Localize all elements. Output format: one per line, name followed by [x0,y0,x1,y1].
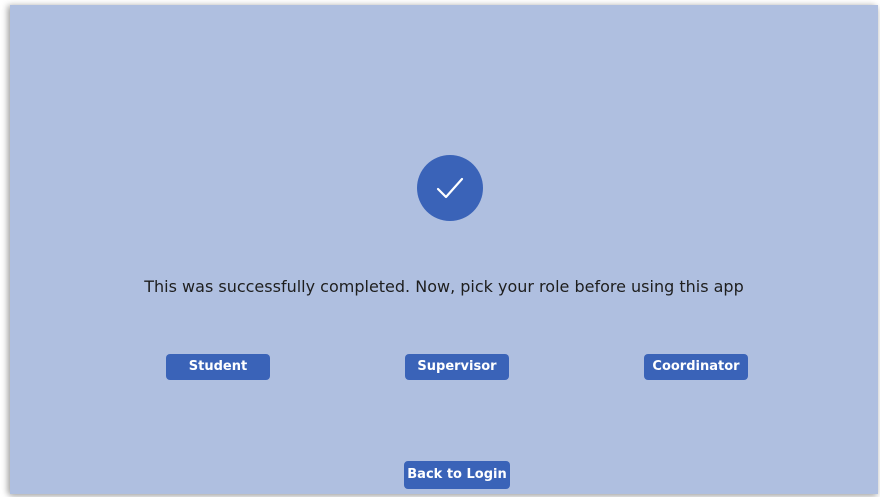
supervisor-role-button[interactable]: Supervisor [405,354,509,380]
checkmark-icon [436,177,464,199]
success-checkmark-icon [417,155,483,221]
back-to-login-button[interactable]: Back to Login [404,461,510,489]
role-selection-screen: This was successfully completed. Now, pi… [10,5,878,494]
coordinator-role-button[interactable]: Coordinator [644,354,748,380]
student-role-button[interactable]: Student [166,354,270,380]
success-message: This was successfully completed. Now, pi… [144,277,744,296]
